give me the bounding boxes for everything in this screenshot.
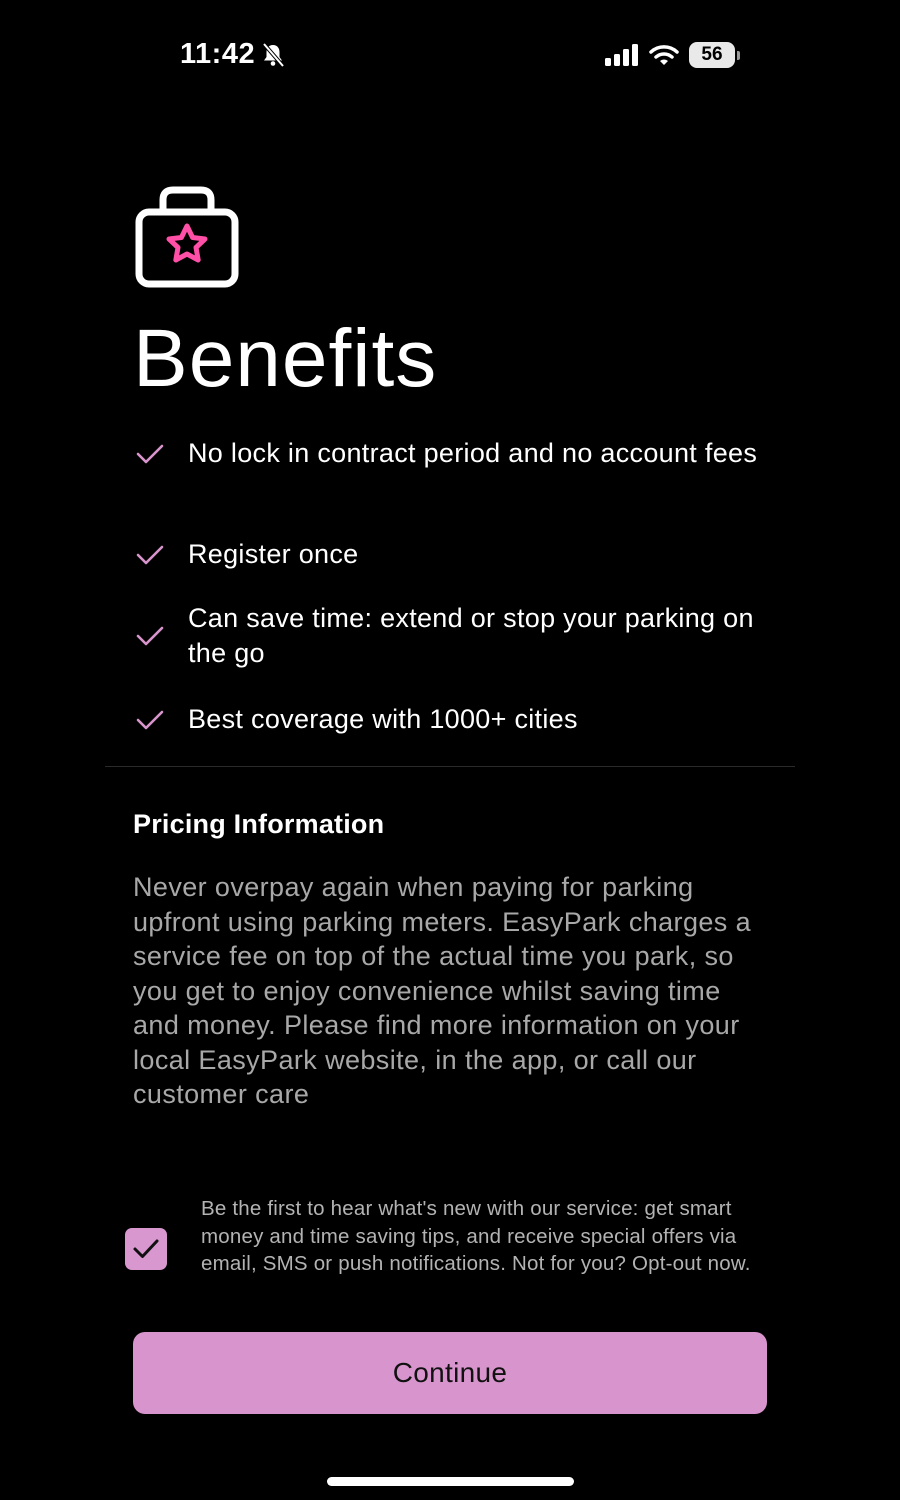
check-icon xyxy=(135,544,171,566)
check-icon xyxy=(135,625,171,647)
check-icon xyxy=(135,709,171,731)
wifi-icon xyxy=(649,45,679,65)
benefits-screen: 11:42 56 Benefits No lock in contract pe… xyxy=(0,0,900,1500)
page-title: Benefits xyxy=(133,313,438,404)
main-content: Benefits No lock in contract period and … xyxy=(105,100,795,1500)
checkmark-icon xyxy=(133,1239,159,1258)
section-divider xyxy=(105,766,795,767)
benefit-item: No lock in contract period and no accoun… xyxy=(135,436,775,471)
benefit-text: Best coverage with 1000+ cities xyxy=(188,704,578,734)
home-indicator xyxy=(327,1477,574,1486)
status-indicators: 56 xyxy=(605,42,740,68)
bell-slash-icon xyxy=(262,42,285,67)
pricing-description: Never overpay again when paying for park… xyxy=(133,872,751,1109)
benefit-text: Can save time: extend or stop your parki… xyxy=(188,603,754,668)
cellular-signal-icon xyxy=(605,44,638,66)
benefit-item: Can save time: extend or stop your parki… xyxy=(135,601,775,671)
battery-level: 56 xyxy=(701,44,723,65)
benefit-item: Best coverage with 1000+ cities xyxy=(135,702,775,737)
continue-button[interactable]: Continue xyxy=(133,1332,767,1414)
shopping-bag-star-icon xyxy=(135,186,239,288)
benefit-text: Register once xyxy=(188,539,359,569)
marketing-opt-in-text: Be the first to hear what's new with our… xyxy=(201,1197,751,1275)
benefit-text: No lock in contract period and no accoun… xyxy=(188,438,758,468)
pricing-title: Pricing Information xyxy=(133,809,385,839)
status-time-text: 11:42 xyxy=(180,38,256,70)
battery-icon: 56 xyxy=(689,42,740,68)
status-time: 11:42 xyxy=(180,38,285,71)
check-icon xyxy=(135,443,171,465)
marketing-opt-in-checkbox[interactable] xyxy=(125,1228,167,1270)
benefit-item: Register once xyxy=(135,537,775,572)
